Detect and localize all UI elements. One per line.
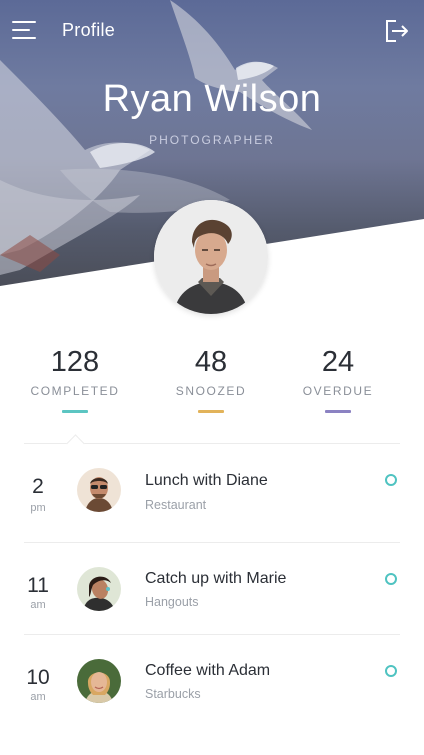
- list-item[interactable]: 2 pm Lunch with Diane Restaurant: [0, 444, 424, 543]
- stat-value: 128: [50, 346, 100, 378]
- stat-snoozed[interactable]: 48 SNOOZED: [141, 344, 281, 413]
- stat-completed[interactable]: 128 COMPLETED: [5, 344, 145, 413]
- event-subtitle: Restaurant: [145, 498, 207, 512]
- event-subtitle: Hangouts: [145, 595, 199, 609]
- status-dot-icon: [385, 474, 397, 486]
- stat-indicator: [62, 410, 88, 413]
- avatar: [77, 659, 121, 703]
- stat-label: SNOOZED: [175, 384, 247, 398]
- event-title: Coffee with Adam: [145, 662, 271, 679]
- user-name: Ryan Wilson: [102, 78, 322, 120]
- stat-label: COMPLETED: [30, 384, 120, 398]
- screen-title: Profile: [62, 20, 116, 40]
- event-ampm: am: [30, 691, 46, 703]
- stat-indicator: [198, 410, 224, 413]
- menu-icon[interactable]: [12, 20, 38, 42]
- status-dot-icon: [385, 573, 397, 585]
- stat-overdue[interactable]: 24 OVERDUE: [268, 344, 408, 413]
- event-hour: 10: [26, 666, 50, 689]
- event-title: Lunch with Diane: [145, 472, 268, 489]
- avatar: [77, 468, 121, 512]
- stat-indicator: [325, 410, 351, 413]
- event-hour: 11: [27, 574, 49, 597]
- stat-value: 48: [194, 346, 228, 378]
- list-item[interactable]: 10 am Coffee with Adam Starbucks: [0, 635, 424, 727]
- top-bar: Profile: [0, 0, 424, 62]
- logout-icon[interactable]: [382, 16, 412, 46]
- event-subtitle: Starbucks: [145, 687, 201, 701]
- status-dot-icon: [385, 665, 397, 677]
- stat-label: OVERDUE: [302, 384, 374, 398]
- event-ampm: pm: [30, 502, 46, 514]
- avatar: [77, 567, 121, 611]
- list-item[interactable]: 11 am Catch up with Marie Hangouts: [0, 543, 424, 635]
- event-ampm: am: [30, 599, 46, 611]
- profile-avatar[interactable]: [154, 200, 268, 314]
- event-hour: 2: [32, 475, 44, 498]
- stat-value: 24: [321, 346, 355, 378]
- user-role: PHOTOGRAPHER: [149, 133, 275, 147]
- event-title: Catch up with Marie: [145, 570, 287, 587]
